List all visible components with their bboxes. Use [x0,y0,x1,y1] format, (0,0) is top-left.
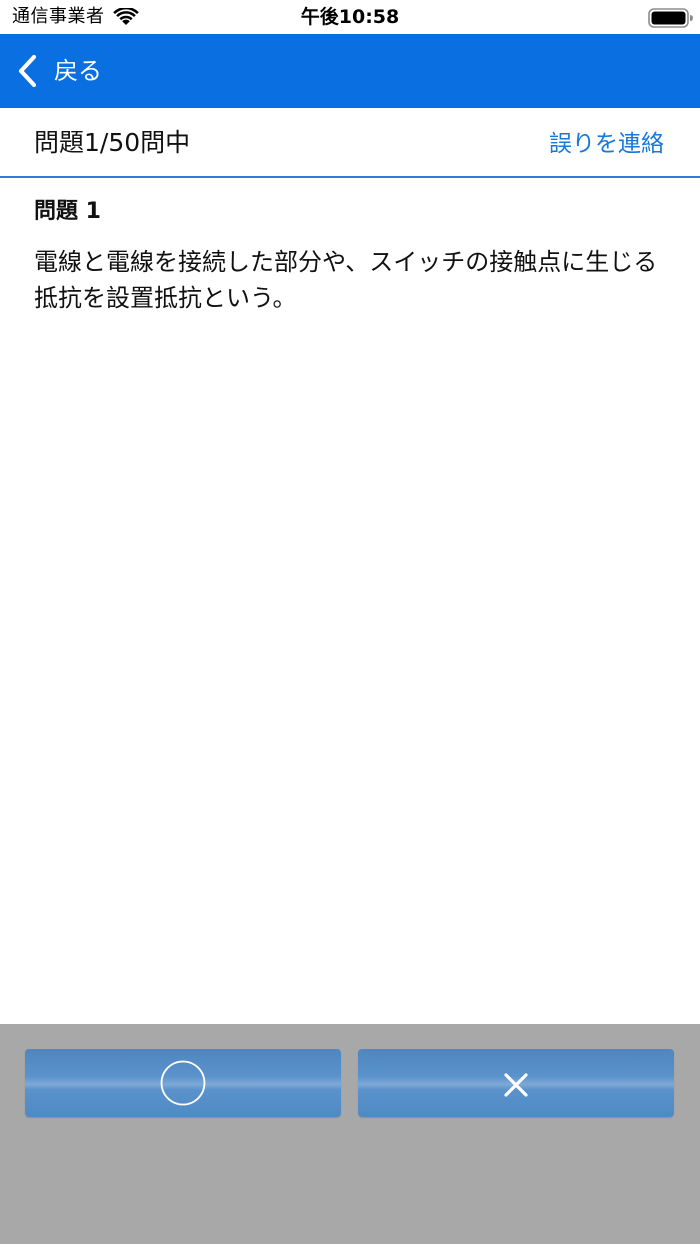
question-text: 電線と電線を接続した部分や、スイッチの接触点に生じる抵抗を設置抵抗という。 [34,248,658,312]
battery-icon [648,8,693,28]
answer-false-button[interactable] [358,1049,674,1117]
circle-icon [160,1060,206,1106]
answer-true-button[interactable] [25,1049,341,1117]
question-counter: 問題1/50問中 [34,128,191,157]
status-time: 午後10:58 [300,6,400,28]
status-bar: 通信事業者 午後10:58 [0,0,700,34]
cross-icon [504,1073,528,1097]
answer-area [0,1024,700,1244]
navigation-bar: 戻る [0,34,700,108]
back-label: 戻る [54,57,102,85]
question-title: 問題 1 [34,199,101,224]
report-error-link[interactable]: 誤りを連絡 [549,130,664,158]
question-header: 問題1/50問中 誤りを連絡 [0,108,700,178]
back-button[interactable]: 戻る [14,48,134,94]
quiz-screen: 通信事業者 午後10:58 戻る 問題1/50問中 誤りを連絡 問題 1 電線と… [0,0,700,1244]
chevron-left-icon [18,54,37,88]
